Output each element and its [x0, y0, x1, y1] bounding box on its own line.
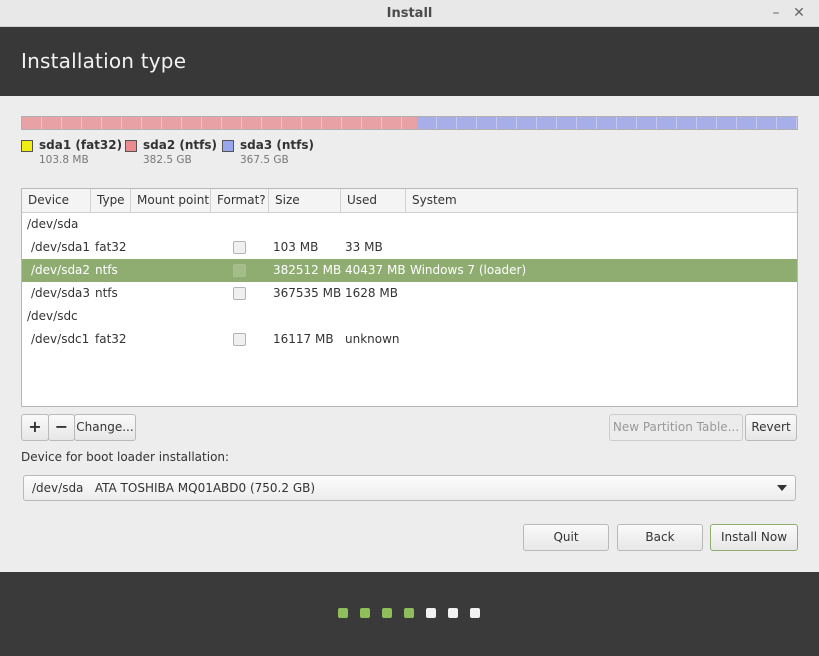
legend-name: sda3 (ntfs) — [240, 138, 314, 152]
column-type[interactable]: Type — [91, 189, 131, 212]
remove-partition-button[interactable]: − — [48, 414, 75, 441]
cell-device: /dev/sdc1 — [31, 332, 90, 346]
table-row[interactable]: /dev/sda3 ntfs 367535 MB 1628 MB — [22, 282, 797, 305]
window-title: Install — [386, 6, 433, 21]
cell-size: 103 MB — [273, 240, 319, 254]
page-header: Installation type — [0, 27, 819, 96]
progress-step-complete — [404, 608, 414, 618]
change-partition-button[interactable]: Change... — [74, 414, 136, 441]
back-button[interactable]: Back — [617, 524, 703, 551]
table-row[interactable]: /dev/sda1 fat32 103 MB 33 MB — [22, 236, 797, 259]
disk-segment-sda3 — [417, 117, 797, 129]
disk-segment-sda2 — [22, 117, 418, 129]
cell-used: 40437 MB — [345, 263, 406, 277]
column-format[interactable]: Format? — [211, 189, 269, 212]
new-partition-table-button[interactable]: New Partition Table... — [609, 414, 743, 441]
cell-device: /dev/sda — [27, 217, 79, 231]
cell-device: /dev/sda2 — [31, 263, 91, 277]
bootloader-label: Device for boot loader installation: — [21, 450, 230, 464]
legend-name: sda2 (ntfs) — [143, 138, 217, 152]
legend-swatch — [21, 140, 33, 152]
bootloader-device-select[interactable]: /dev/sda ATA TOSHIBA MQ01ABD0 (750.2 GB) — [23, 475, 796, 501]
quit-button[interactable]: Quit — [523, 524, 609, 551]
cell-system: Windows 7 (loader) — [410, 263, 527, 277]
table-header: Device Type Mount point Format? Size Use… — [22, 189, 797, 213]
revert-button[interactable]: Revert — [745, 414, 797, 441]
cell-device: /dev/sdc — [27, 309, 78, 323]
cell-size: 16117 MB — [273, 332, 334, 346]
partition-table: Device Type Mount point Format? Size Use… — [21, 188, 798, 407]
column-used[interactable]: Used — [341, 189, 406, 212]
disk-usage-bar — [21, 116, 798, 130]
cell-type: ntfs — [95, 263, 118, 277]
cell-used: 33 MB — [345, 240, 383, 254]
column-device[interactable]: Device — [22, 189, 91, 212]
progress-step-pending — [426, 608, 436, 618]
cell-used: 1628 MB — [345, 286, 398, 300]
window-titlebar: Install – ✕ — [0, 0, 819, 27]
bootloader-device-value: /dev/sda ATA TOSHIBA MQ01ABD0 (750.2 GB) — [32, 481, 316, 495]
table-row[interactable]: /dev/sda — [22, 213, 797, 236]
chevron-down-icon — [777, 485, 787, 491]
table-row[interactable]: /dev/sda2 ntfs 382512 MB 40437 MB Windows 7 … — [22, 259, 797, 282]
progress-footer — [0, 572, 819, 656]
page-title: Installation type — [21, 49, 187, 73]
cell-size: 382512 MB — [273, 263, 342, 277]
column-system[interactable]: System — [406, 189, 797, 212]
cell-type: ntfs — [95, 286, 118, 300]
legend-size: 103.8 MB — [39, 154, 89, 166]
column-size[interactable]: Size — [269, 189, 341, 212]
close-icon[interactable]: ✕ — [789, 3, 809, 23]
install-now-button[interactable]: Install Now — [710, 524, 798, 551]
progress-step-complete — [382, 608, 392, 618]
legend-name: sda1 (fat32) — [39, 138, 123, 152]
table-row[interactable]: /dev/sdc — [22, 305, 797, 328]
format-checkbox[interactable] — [233, 333, 246, 346]
cell-used: unknown — [345, 332, 400, 346]
progress-step-complete — [338, 608, 348, 618]
cell-type: fat32 — [95, 240, 127, 254]
column-mount-point[interactable]: Mount point — [131, 189, 211, 212]
cell-size: 367535 MB — [273, 286, 342, 300]
progress-step-pending — [448, 608, 458, 618]
format-checkbox[interactable] — [233, 264, 246, 277]
add-partition-button[interactable]: + — [21, 414, 49, 441]
progress-step-complete — [360, 608, 370, 618]
format-checkbox[interactable] — [233, 241, 246, 254]
table-row[interactable]: /dev/sdc1 fat32 16117 MB unknown — [22, 328, 797, 351]
legend-size: 382.5 GB — [143, 154, 192, 166]
cell-device: /dev/sda1 — [31, 240, 91, 254]
cell-device: /dev/sda3 — [31, 286, 91, 300]
progress-step-pending — [470, 608, 480, 618]
format-checkbox[interactable] — [233, 287, 246, 300]
minimize-icon[interactable]: – — [766, 3, 786, 23]
legend-swatch — [125, 140, 137, 152]
legend-swatch — [222, 140, 234, 152]
legend-size: 367.5 GB — [240, 154, 289, 166]
cell-type: fat32 — [95, 332, 127, 346]
